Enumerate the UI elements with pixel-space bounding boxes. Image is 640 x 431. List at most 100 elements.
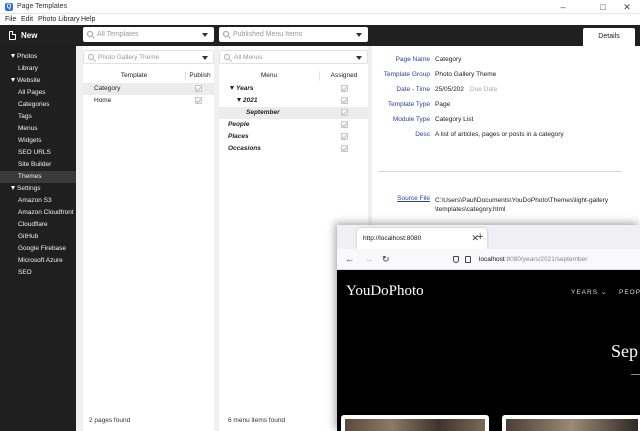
page-info-icon[interactable] bbox=[465, 256, 471, 263]
assigned-checkbox[interactable] bbox=[341, 97, 348, 104]
date-time-label: Date - Time bbox=[396, 86, 430, 93]
sidebar-item-github[interactable]: GitHub bbox=[0, 231, 76, 243]
window-title: Page Templates bbox=[17, 3, 68, 10]
assigned-checkbox[interactable] bbox=[341, 109, 348, 116]
url-path: :8080/years/2021/september bbox=[504, 256, 588, 263]
menu-tree-item-people[interactable]: People bbox=[219, 119, 368, 131]
new-button[interactable]: New bbox=[3, 27, 47, 44]
browser-tab[interactable]: http://localhost:8080 ✕ bbox=[357, 228, 487, 249]
sidebar: Photos Library Website All Pages Categor… bbox=[0, 46, 76, 431]
sidebar-item-google-firebase[interactable]: Google Firebase bbox=[0, 243, 76, 255]
back-icon[interactable]: ← bbox=[345, 254, 354, 264]
table-row[interactable]: Category bbox=[83, 83, 214, 95]
sidebar-group-website[interactable]: Website bbox=[0, 75, 76, 87]
browser-tab-title: http://localhost:8080 bbox=[363, 235, 422, 242]
photo-card[interactable] bbox=[341, 415, 489, 431]
sidebar-item-seo-urls[interactable]: SEO URLS bbox=[0, 147, 76, 159]
menu-bar: File Edit Photo Library Help bbox=[0, 14, 640, 25]
menu-help[interactable]: Help bbox=[81, 15, 95, 24]
close-icon[interactable]: ✕ bbox=[616, 1, 638, 13]
sidebar-item-all-pages[interactable]: All Pages bbox=[0, 87, 76, 99]
menu-tree-item-2021[interactable]: 2021 bbox=[219, 95, 368, 107]
site-nav-label: YEARS bbox=[571, 289, 599, 296]
expand-arrow-icon bbox=[237, 98, 241, 102]
sidebar-item-themes[interactable]: Themes bbox=[0, 171, 76, 183]
site-brand-logo[interactable]: YouDoPhoto bbox=[346, 282, 424, 300]
chevron-down-icon bbox=[202, 56, 208, 60]
source-file-link[interactable]: Source File bbox=[378, 194, 430, 203]
menu-tree-item-years[interactable]: Years bbox=[219, 83, 368, 95]
menu-photo-library[interactable]: Photo Library bbox=[38, 15, 80, 24]
template-group-value[interactable]: Photo Gallery Theme bbox=[435, 70, 496, 79]
chevron-down-icon: ⌄ bbox=[600, 289, 608, 296]
publish-checkbox[interactable] bbox=[195, 97, 202, 104]
page-name-value[interactable]: Category bbox=[435, 55, 461, 64]
menu-tree-label: People bbox=[228, 121, 250, 128]
photo-card[interactable] bbox=[502, 415, 640, 431]
assigned-checkbox[interactable] bbox=[341, 121, 348, 128]
column-header-assigned[interactable]: Assigned bbox=[320, 71, 368, 81]
sidebar-item-amazon-cloudfront[interactable]: Amazon Cloudfront bbox=[0, 207, 76, 219]
publish-checkbox[interactable] bbox=[195, 85, 202, 92]
sidebar-item-categories[interactable]: Categories bbox=[0, 99, 76, 111]
hero-subtitle-line bbox=[631, 374, 640, 375]
menu-tree-item-occasions[interactable]: Occasions bbox=[219, 143, 368, 155]
new-document-icon bbox=[9, 31, 16, 40]
browser-window: http://localhost:8080 ✕ + ← → ↻ localhos… bbox=[337, 225, 640, 431]
desc-value[interactable]: A list of articles, pages or posts in a … bbox=[435, 130, 564, 139]
column-header-template[interactable]: Template bbox=[83, 71, 186, 81]
menu-search-select[interactable]: All Menus bbox=[219, 50, 368, 64]
search-icon bbox=[224, 54, 230, 60]
template-filter-select[interactable]: All Templates bbox=[83, 27, 214, 42]
sidebar-item-seo[interactable]: SEO bbox=[0, 267, 76, 279]
sidebar-group-photos[interactable]: Photos bbox=[0, 51, 76, 63]
expand-arrow-icon bbox=[11, 54, 15, 58]
menu-tree-item-september[interactable]: September bbox=[219, 107, 368, 119]
sidebar-item-microsoft-azure[interactable]: Microsoft Azure bbox=[0, 255, 76, 267]
menu-edit[interactable]: Edit bbox=[21, 15, 33, 24]
minimize-icon[interactable]: – bbox=[552, 1, 574, 13]
column-header-publish[interactable]: Publish bbox=[186, 71, 214, 81]
sidebar-item-cloudflare[interactable]: Cloudflare bbox=[0, 219, 76, 231]
sidebar-item-amazon-s3[interactable]: Amazon S3 bbox=[0, 195, 76, 207]
tab-details[interactable]: Details bbox=[583, 28, 635, 46]
module-type-value[interactable]: Category List bbox=[435, 115, 473, 124]
assigned-checkbox[interactable] bbox=[341, 145, 348, 152]
sidebar-item-tags[interactable]: Tags bbox=[0, 111, 76, 123]
assigned-checkbox[interactable] bbox=[341, 133, 348, 140]
reload-icon[interactable]: ↻ bbox=[382, 254, 390, 264]
site-nav-people[interactable]: PEOP bbox=[619, 289, 640, 297]
sidebar-item-widgets[interactable]: Widgets bbox=[0, 135, 76, 147]
column-header-menu[interactable]: Menu bbox=[219, 71, 320, 81]
templates-panel: Photo Gallery Theme Template Publish Cat… bbox=[83, 46, 214, 431]
search-icon bbox=[88, 54, 94, 60]
page-name-label: Page Name bbox=[395, 56, 430, 63]
menu-filter-select[interactable]: Published Menu Items bbox=[219, 27, 368, 42]
table-row[interactable]: Home bbox=[83, 95, 214, 107]
menu-tree-item-places[interactable]: Places bbox=[219, 131, 368, 143]
sidebar-group-settings[interactable]: Settings bbox=[0, 183, 76, 195]
template-filter-placeholder: All Templates bbox=[97, 31, 139, 38]
new-tab-icon[interactable]: + bbox=[477, 231, 483, 243]
maximize-icon[interactable]: □ bbox=[592, 1, 614, 13]
search-icon bbox=[223, 31, 229, 37]
forward-icon[interactable]: → bbox=[364, 254, 373, 264]
menu-file[interactable]: File bbox=[5, 15, 16, 24]
template-type-value[interactable]: Page bbox=[435, 100, 450, 109]
due-date-field[interactable]: Due Date bbox=[470, 85, 497, 94]
module-type-label: Module Type bbox=[392, 116, 430, 123]
expand-arrow-icon bbox=[11, 78, 15, 82]
menu-tree-label: Years bbox=[230, 83, 253, 95]
shield-icon[interactable] bbox=[453, 256, 459, 263]
assigned-checkbox[interactable] bbox=[341, 85, 348, 92]
sidebar-item-site-builder[interactable]: Site Builder bbox=[0, 159, 76, 171]
menu-tree-label: 2021 bbox=[237, 95, 257, 107]
site-nav-years[interactable]: YEARS ⌄ bbox=[571, 289, 607, 297]
sidebar-item-menus[interactable]: Menus bbox=[0, 123, 76, 135]
expand-arrow-icon bbox=[11, 186, 15, 190]
address-bar[interactable]: localhost:8080/years/2021/september bbox=[445, 252, 640, 267]
template-search-select[interactable]: Photo Gallery Theme bbox=[83, 50, 214, 64]
sidebar-item-library[interactable]: Library bbox=[0, 63, 76, 75]
new-button-label: New bbox=[21, 31, 38, 40]
date-value[interactable]: 25/05/202 bbox=[435, 85, 464, 94]
